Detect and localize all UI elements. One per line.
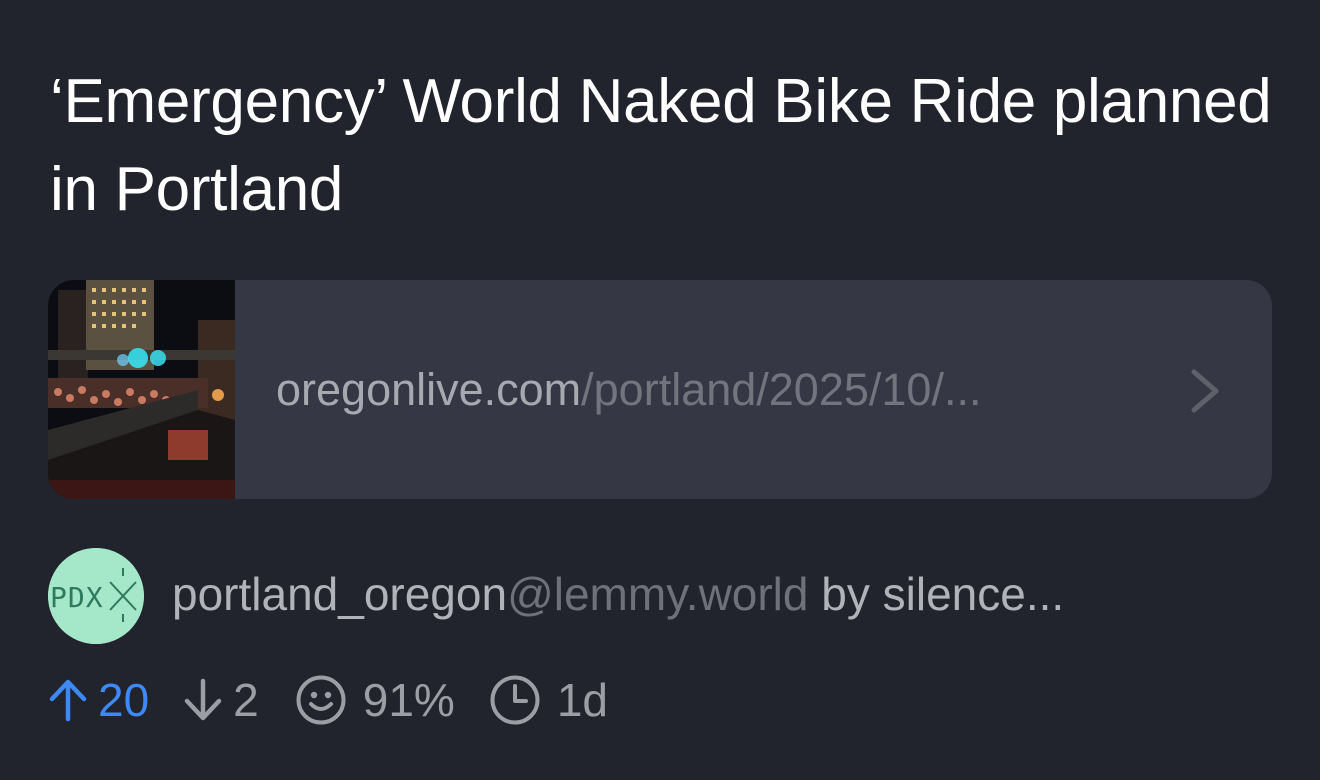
age-text: 1d <box>556 674 609 726</box>
clock-icon <box>489 674 541 726</box>
post-title[interactable]: ‘Emergency’ World Naked Bike Ride planne… <box>50 58 1280 234</box>
community-name[interactable]: portland_oregon <box>172 568 507 620</box>
smiley-face-icon <box>295 674 347 726</box>
arrow-down-icon <box>183 677 223 723</box>
score-percent: 91% <box>362 674 455 726</box>
post-age: 1d <box>489 672 608 728</box>
community-byline: portland_oregon@lemmy.world by silence..… <box>172 566 1064 622</box>
by-label: by <box>821 568 870 620</box>
chevron-right-icon[interactable] <box>1188 368 1222 414</box>
post-stats: 20 2 91% 1d <box>48 672 608 728</box>
upvote-button[interactable]: 20 <box>48 672 149 728</box>
score-indicator: 91% <box>295 672 455 728</box>
avatar-text: PDX <box>50 581 104 614</box>
community-instance[interactable]: @lemmy.world <box>507 568 808 620</box>
upvote-count: 20 <box>98 674 150 726</box>
downvote-count: 2 <box>233 674 259 726</box>
link-url[interactable]: oregonlive.com/portland/2025/10/... <box>276 362 981 418</box>
post-meta: PDX portland_oregon@lemmy.world by silen… <box>48 548 1288 644</box>
article-thumbnail-image <box>48 280 235 499</box>
arrow-up-icon <box>48 677 88 723</box>
link-domain: oregonlive.com <box>276 364 582 415</box>
link-path: /portland/2025/10/... <box>581 364 982 415</box>
link-preview[interactable]: oregonlive.com/portland/2025/10/... <box>48 280 1272 499</box>
community-avatar[interactable]: PDX <box>48 548 144 644</box>
author-name[interactable]: silence... <box>883 568 1065 620</box>
post-card[interactable]: ‘Emergency’ World Naked Bike Ride planne… <box>0 0 1320 780</box>
downvote-button[interactable]: 2 <box>183 672 259 728</box>
